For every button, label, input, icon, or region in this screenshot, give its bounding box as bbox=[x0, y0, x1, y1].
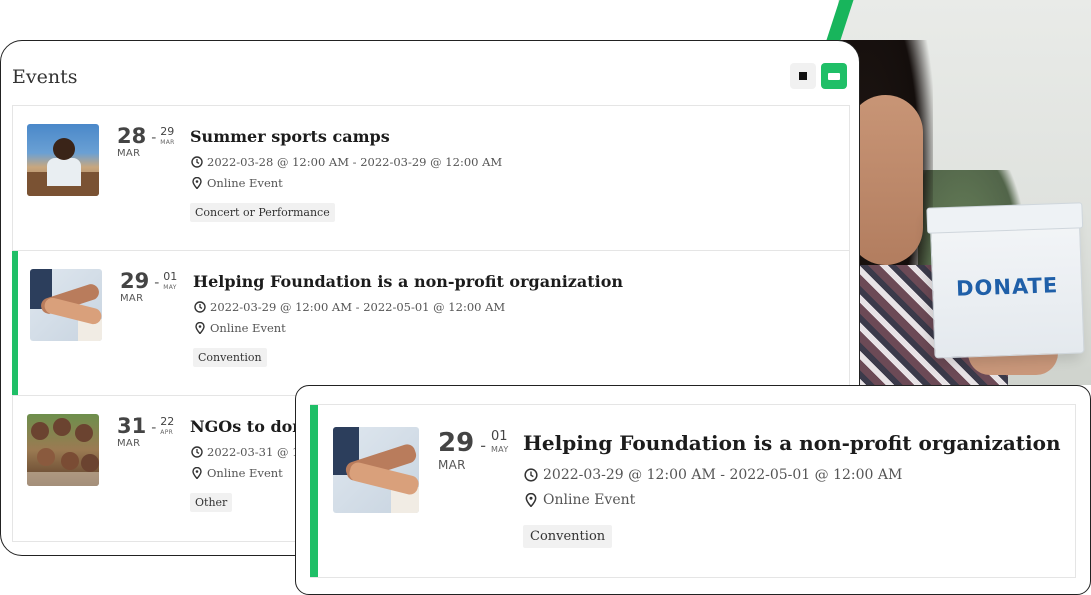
start-day: 29 bbox=[120, 269, 150, 293]
event-location: Online Event bbox=[207, 466, 283, 480]
donate-box: DONATE bbox=[926, 202, 1085, 359]
end-month: APR bbox=[160, 429, 174, 436]
clock-icon bbox=[190, 156, 203, 169]
end-day: 01 bbox=[163, 270, 178, 283]
start-day: 28 bbox=[117, 124, 147, 148]
location-pin-icon bbox=[193, 322, 206, 335]
category-tag[interactable]: Concert or Performance bbox=[190, 203, 335, 222]
event-title-link[interactable]: Helping Foundation is a non-profit organ… bbox=[523, 429, 1065, 457]
event-thumbnail[interactable] bbox=[27, 124, 99, 196]
donate-label: DONATE bbox=[955, 273, 1059, 301]
location-pin-icon bbox=[523, 493, 538, 508]
start-day: 31 bbox=[117, 414, 147, 438]
event-detail-card: 29 - 01 MAY MAR Helping Foundation is a … bbox=[295, 385, 1091, 595]
event-item[interactable]: 28 - 29 MAR MAR Summer sports camps 2022… bbox=[13, 106, 849, 251]
clock-icon bbox=[190, 446, 203, 459]
event-item[interactable]: 29 - 01 MAY MAR Helping Foundation is a … bbox=[12, 251, 849, 396]
event-title-link[interactable]: Summer sports camps bbox=[190, 126, 839, 148]
view-toggle bbox=[790, 63, 847, 89]
list-view-button[interactable] bbox=[790, 63, 816, 89]
event-location: Online Event bbox=[543, 492, 636, 508]
start-month: MAR bbox=[117, 438, 141, 449]
clock-icon bbox=[193, 301, 206, 314]
event-date: 29 - 01 MAY MAR bbox=[438, 428, 509, 472]
list-view-icon bbox=[799, 72, 807, 80]
end-month: MAY bbox=[490, 445, 509, 454]
end-month: MAR bbox=[160, 139, 175, 146]
end-month: MAY bbox=[163, 284, 177, 291]
page-title: Events bbox=[12, 66, 78, 88]
clock-icon bbox=[523, 468, 538, 483]
start-month: MAR bbox=[438, 458, 466, 472]
category-tag[interactable]: Convention bbox=[193, 348, 267, 367]
event-datetime: 2022-03-31 @ 12 bbox=[207, 445, 307, 459]
event-location: Online Event bbox=[210, 321, 286, 335]
grid-view-icon bbox=[828, 72, 840, 80]
end-day: 29 bbox=[160, 125, 175, 138]
event-thumbnail[interactable] bbox=[30, 269, 102, 341]
end-day: 01 bbox=[490, 429, 508, 444]
event-date: 28 - 29 MAR MAR bbox=[117, 124, 187, 159]
event-date: 29 - 01 MAY MAR bbox=[120, 269, 190, 304]
location-pin-icon bbox=[190, 467, 203, 480]
event-date: 31 - 22 APR MAR bbox=[117, 414, 187, 449]
event-thumbnail[interactable] bbox=[27, 414, 99, 486]
event-location: Online Event bbox=[207, 176, 283, 190]
start-month: MAR bbox=[120, 293, 144, 304]
event-datetime: 2022-03-29 @ 12:00 AM - 2022-05-01 @ 12:… bbox=[543, 467, 903, 483]
event-datetime: 2022-03-29 @ 12:00 AM - 2022-05-01 @ 12:… bbox=[210, 300, 506, 314]
event-datetime: 2022-03-28 @ 12:00 AM - 2022-03-29 @ 12:… bbox=[207, 155, 503, 169]
location-pin-icon bbox=[190, 177, 203, 190]
category-tag[interactable]: Other bbox=[190, 493, 233, 512]
end-day: 22 bbox=[160, 415, 175, 428]
stage: DONATE Events 28 - 29 MAR MAR Summer spo… bbox=[0, 0, 1091, 595]
category-tag[interactable]: Convention bbox=[523, 525, 613, 548]
start-month: MAR bbox=[117, 148, 141, 159]
event-thumbnail[interactable] bbox=[333, 427, 419, 513]
start-day: 29 bbox=[438, 428, 475, 458]
grid-view-button[interactable] bbox=[821, 63, 847, 89]
event-item-highlighted[interactable]: 29 - 01 MAY MAR Helping Foundation is a … bbox=[310, 404, 1076, 578]
event-title-link[interactable]: Helping Foundation is a non-profit organ… bbox=[193, 271, 839, 293]
